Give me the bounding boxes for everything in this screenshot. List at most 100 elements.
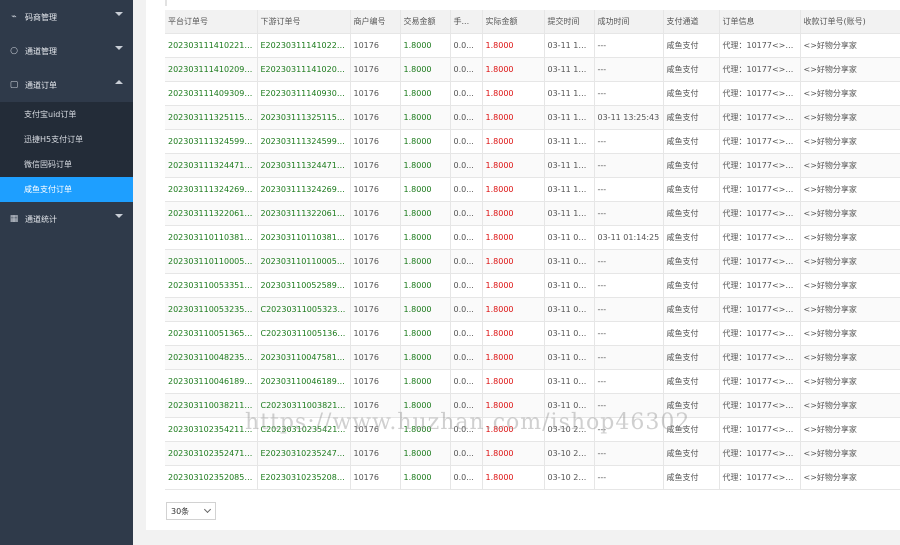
column-header: 支付通道 — [663, 10, 720, 34]
toolbar-edge — [165, 0, 167, 6]
table-cell: 0.0... — [450, 465, 483, 490]
table-cell: 咸鱼支付 — [663, 297, 720, 322]
table-cell: 代理：10177<>6... — [719, 249, 801, 274]
sub-item-wechat-fixed-code-orders[interactable]: 微信固码订单 — [0, 152, 133, 177]
table-cell: 2023031100533510... — [165, 273, 258, 298]
table-cell: 2023031100461897... — [257, 369, 351, 394]
table-cell: 2023031100382110... — [165, 393, 258, 418]
table-cell: 1.8000 — [400, 153, 451, 178]
table-row[interactable]: 2023031113220610... 2023031113220610... 10… — [165, 201, 900, 226]
table-cell: 1.8000 — [482, 273, 545, 298]
table-cell: 1.8000 — [482, 345, 545, 370]
table-cell: 代理：10177<>6... — [719, 417, 801, 442]
table-cell: 03-11 13... — [544, 177, 595, 202]
sub-item-xianyu-pay-orders[interactable]: 咸鱼支付订单 — [0, 177, 133, 202]
table-cell: 10176 — [350, 465, 401, 490]
table-cell: 10176 — [350, 297, 401, 322]
table-cell: 1.8000 — [482, 249, 545, 274]
table-row[interactable]: 2023031114102210... E202303111410224... 10… — [165, 33, 900, 58]
table-cell: 0.0... — [450, 441, 483, 466]
chevron-up-icon — [115, 80, 123, 84]
table-cell: 0.0... — [450, 321, 483, 346]
table-row[interactable]: 2023031100532351... C202303110053232... 10… — [165, 297, 900, 322]
table-cell: 代理：10177<>6... — [719, 177, 801, 202]
table-cell: --- — [594, 129, 664, 154]
table-row[interactable]: 2023031100513656... C202303110051364... 10… — [165, 321, 900, 346]
page-size-select[interactable]: 30条 — [166, 502, 216, 520]
table-cell: <>好物分享家 — [800, 177, 900, 202]
nav-item-channel-management[interactable]: ○ 通道管理 — [0, 34, 133, 68]
table-cell: <>好物分享家 — [800, 153, 900, 178]
table-row[interactable]: 2023031101100056... 2023031101100056... 10… — [165, 249, 900, 274]
main-content: 平台订单号 下游订单号 商户编号 交易金额 手... 实际金额 提交时间 成功时间 支付通道 订单… — [146, 0, 900, 530]
table-cell: E202303102352472... — [257, 441, 351, 466]
table-cell: 代理：10177<>6... — [719, 33, 801, 58]
table-cell: --- — [594, 81, 664, 106]
table-row[interactable]: 2023031100461897... 2023031100461897... 10… — [165, 369, 900, 394]
table-cell: 1.8000 — [400, 33, 451, 58]
table-cell: 咸鱼支付 — [663, 81, 720, 106]
table-row[interactable]: 2023031023520856... E202303102352085... 10… — [165, 465, 900, 490]
table-row[interactable]: 2023031100482355... 2023031100475810... 10… — [165, 345, 900, 370]
nav-item-channel-statistics[interactable]: ▦ 通道统计 — [0, 202, 133, 236]
table-cell: 0.0... — [450, 33, 483, 58]
table-row[interactable]: 2023031113245998... 2023031113245998... 10… — [165, 129, 900, 154]
submenu-channel-orders: 支付宝uid订单 迅捷H5支付订单 微信固码订单 咸鱼支付订单 — [0, 102, 133, 202]
table-cell: 2023031113244710... — [257, 153, 351, 178]
table-cell: 代理：10177<>6... — [719, 105, 801, 130]
table-cell: 2023031114093097... — [165, 81, 258, 106]
table-cell: <>好物分享家 — [800, 105, 900, 130]
table-cell: --- — [594, 201, 664, 226]
table-cell: 03-11 00... — [544, 369, 595, 394]
table-cell: 0.0... — [450, 369, 483, 394]
column-header: 成功时间 — [594, 10, 664, 34]
table-cell: 2023031023524710... — [165, 441, 258, 466]
nav-item-channel-orders[interactable]: ▢ 通道订单 — [0, 68, 133, 102]
table-cell: 2023031100461897... — [165, 369, 258, 394]
table-cell: 0.0... — [450, 345, 483, 370]
table-cell: --- — [594, 177, 664, 202]
sub-item-alipay-uid-orders[interactable]: 支付宝uid订单 — [0, 102, 133, 127]
table-cell: --- — [594, 57, 664, 82]
table-cell: <>好物分享家 — [800, 465, 900, 490]
table-row[interactable]: 2023031023524710... E202303102352472... 10… — [165, 441, 900, 466]
table-row[interactable]: 2023031113251155... 2023031113251155... 10… — [165, 105, 900, 130]
table-cell: 0.0... — [450, 225, 483, 250]
table-cell: --- — [594, 345, 664, 370]
table-row[interactable]: 2023031114093097... E202303111409304... 10… — [165, 81, 900, 106]
table-header-row: 平台订单号 下游订单号 商户编号 交易金额 手... 实际金额 提交时间 成功时间 支付通道 订单… — [165, 10, 900, 34]
table-cell: 咸鱼支付 — [663, 33, 720, 58]
sub-item-xunjie-h5-orders[interactable]: 迅捷H5支付订单 — [0, 127, 133, 152]
table-cell: <>好物分享家 — [800, 393, 900, 418]
chevron-down-icon — [115, 46, 123, 50]
nav-item-merchant-management[interactable]: ⌁ 码商管理 — [0, 0, 133, 34]
table-row[interactable]: 2023031113244710... 2023031113244710... 10… — [165, 153, 900, 178]
table-cell: 0.0... — [450, 177, 483, 202]
table-cell: 03-11 01:14:25 — [594, 225, 664, 250]
table-cell: 03-10 23... — [544, 465, 595, 490]
table-cell: 1.8000 — [482, 441, 545, 466]
table-cell: 1.8000 — [482, 465, 545, 490]
table-row[interactable]: 2023031100533510... 2023031100525897... 10… — [165, 273, 900, 298]
table-cell: 10176 — [350, 129, 401, 154]
circle-icon: ○ — [10, 46, 18, 56]
table-row[interactable]: 2023031113242697... 2023031113242697... 10… — [165, 177, 900, 202]
table-cell: 0.0... — [450, 153, 483, 178]
table-row[interactable]: 2023031114102099... E202303111410201... 10… — [165, 57, 900, 82]
table-cell: <>好物分享家 — [800, 345, 900, 370]
table-cell: --- — [594, 441, 664, 466]
table-cell: 1.8000 — [400, 177, 451, 202]
table-cell: 10176 — [350, 441, 401, 466]
table-cell: 2023031023542110... — [165, 417, 258, 442]
table-cell: 咸鱼支付 — [663, 225, 720, 250]
table-cell: 代理：10177<>6... — [719, 225, 801, 250]
nav-item-label: 码商管理 — [25, 12, 57, 22]
table-cell: 2023031113245998... — [165, 129, 258, 154]
table-cell: 03-11 13... — [544, 153, 595, 178]
table-cell: 代理：10177<>6... — [719, 321, 801, 346]
table-cell: 1.8000 — [482, 105, 545, 130]
table-cell: C202303110051364... — [257, 321, 351, 346]
table-cell: 1.8000 — [400, 225, 451, 250]
table-cell: 1.8000 — [482, 57, 545, 82]
table-row[interactable]: 2023031101103810... 2023031101103810... 10… — [165, 225, 900, 250]
